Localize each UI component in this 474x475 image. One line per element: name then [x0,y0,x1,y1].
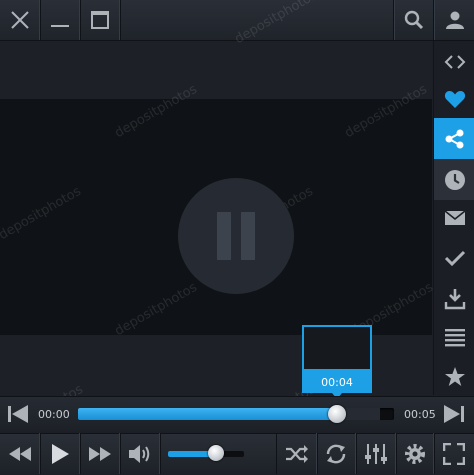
fullscreen-icon [443,442,465,465]
shuffle-button[interactable] [276,433,318,474]
search-button[interactable] [393,0,434,40]
minimize-icon [51,25,69,27]
sidebar-item-playlist[interactable] [434,317,474,358]
user-icon [445,11,464,29]
seek-progress [78,408,338,420]
sidebar [433,41,474,395]
star-icon [444,366,465,386]
skip-forward-icon [444,405,464,423]
pause-button[interactable] [178,178,294,294]
check-icon [444,250,465,266]
user-button[interactable] [433,0,474,40]
download-icon [444,288,465,309]
video-letterbox-top [0,41,432,99]
rewind-button[interactable] [0,433,41,474]
fast-forward-icon [89,446,111,461]
sidebar-item-star[interactable] [434,356,474,397]
repeat-icon [326,444,346,463]
volume-button[interactable] [120,433,161,474]
equalizer-button[interactable] [356,433,397,474]
maximize-icon [91,11,109,29]
pause-icon [217,212,231,260]
repeat-button[interactable] [316,433,357,474]
play-icon [52,443,69,464]
playlist-icon [444,328,465,346]
skip-back-icon [8,405,28,423]
search-icon [404,10,424,30]
embed-code-icon [444,54,465,69]
mail-icon [444,209,465,225]
sidebar-item-embed[interactable] [434,41,474,82]
minimize-button[interactable] [40,0,81,40]
sidebar-item-download[interactable] [434,278,474,319]
settings-icon [405,443,425,464]
share-icon [445,129,463,148]
heart-icon [444,90,465,108]
close-button[interactable] [0,0,41,40]
fullscreen-button[interactable] [434,433,474,474]
sidebar-item-mail[interactable] [434,197,474,238]
clock-icon [444,169,465,190]
sidebar-item-favorite[interactable] [434,78,474,119]
settings-button[interactable] [396,433,435,474]
equalizer-icon [365,443,387,464]
current-time: 00:00 [38,408,70,421]
seek-preview-time: 00:04 [302,371,372,399]
seek-handle[interactable] [328,405,347,423]
fast-forward-button[interactable] [80,433,121,474]
rewind-icon [9,446,31,461]
close-icon [11,11,29,29]
total-time: 00:05 [404,408,436,421]
skip-back-button[interactable] [6,402,30,426]
sidebar-item-share[interactable] [434,118,474,159]
shuffle-icon [286,444,308,463]
sidebar-item-check[interactable] [434,237,474,278]
volume-handle[interactable] [207,445,224,461]
sidebar-item-history[interactable] [434,159,474,200]
skip-forward-button[interactable] [442,402,466,426]
maximize-button[interactable] [80,0,121,40]
seek-preview-thumbnail [302,325,372,371]
pause-icon [241,212,255,260]
volume-icon [129,444,150,463]
play-button[interactable] [40,433,81,474]
